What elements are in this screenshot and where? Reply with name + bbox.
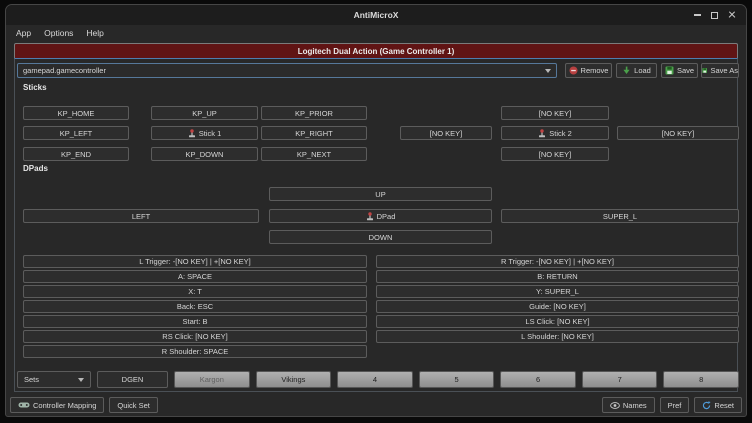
profile-combobox[interactable]: gamepad.gamecontroller: [17, 63, 557, 78]
save-as-profile-button[interactable]: Save As: [701, 63, 739, 78]
y-button[interactable]: Y: SUPER_L: [376, 285, 739, 298]
sets-selector-button[interactable]: Sets: [17, 371, 91, 388]
stick1-down-button[interactable]: KP_DOWN: [151, 147, 258, 161]
controller-mapping-label: Controller Mapping: [33, 401, 96, 410]
stick1-up-button[interactable]: KP_UP: [151, 106, 258, 120]
save-as-icon: [702, 66, 707, 75]
sticks-section-label: Sticks: [23, 83, 47, 92]
titlebar[interactable]: AntiMicroX: [6, 5, 746, 25]
stick1-right-button[interactable]: KP_RIGHT: [261, 126, 367, 140]
menu-options[interactable]: Options: [38, 27, 79, 39]
x-button[interactable]: X: T: [23, 285, 367, 298]
window-controls: [694, 5, 736, 25]
stick2-center-button[interactable]: Stick 2: [501, 126, 609, 140]
dpad-up-button[interactable]: UP: [269, 187, 492, 201]
footer-right-group: Names Pref Reset: [602, 397, 742, 413]
dpad-right-button[interactable]: SUPER_L: [501, 209, 739, 223]
controller-tab[interactable]: Logitech Dual Action (Game Controller 1): [14, 43, 738, 58]
names-label: Names: [623, 401, 647, 410]
set-tab-5[interactable]: 5: [419, 371, 495, 388]
menubar: App Options Help: [6, 25, 746, 41]
stick1-center-button[interactable]: Stick 1: [151, 126, 258, 140]
window-title: AntiMicroX: [354, 10, 399, 20]
r-shoulder-button[interactable]: R Shoulder: SPACE: [23, 345, 367, 358]
set-tab-8[interactable]: 8: [663, 371, 739, 388]
app-window: AntiMicroX App Options Help Logitech Dua…: [5, 4, 747, 417]
dpad-left-button[interactable]: LEFT: [23, 209, 259, 223]
set-tab-6[interactable]: 6: [500, 371, 576, 388]
save-profile-button[interactable]: Save: [661, 63, 698, 78]
stick1-up-left-button[interactable]: KP_HOME: [23, 106, 129, 120]
pref-label: Pref: [668, 401, 682, 410]
stick1-down-right-button[interactable]: KP_NEXT: [261, 147, 367, 161]
quick-set-button[interactable]: Quick Set: [109, 397, 158, 413]
controller-mapping-button[interactable]: Controller Mapping: [10, 397, 104, 413]
sets-selector-label: Sets: [24, 375, 39, 384]
b-button[interactable]: B: RETURN: [376, 270, 739, 283]
menu-app[interactable]: App: [10, 27, 37, 39]
pref-button[interactable]: Pref: [660, 397, 690, 413]
dropdown-arrow-icon: [545, 69, 551, 73]
stick1-label: Stick 1: [199, 129, 222, 138]
stick2-label: Stick 2: [549, 129, 572, 138]
back-button[interactable]: Back: ESC: [23, 300, 367, 313]
joystick-icon: [188, 129, 196, 138]
guide-button[interactable]: Guide: [NO KEY]: [376, 300, 739, 313]
dpad-center-button[interactable]: DPad: [269, 209, 492, 223]
stick2-up-button[interactable]: [NO KEY]: [501, 106, 609, 120]
stick1-left-button[interactable]: KP_LEFT: [23, 126, 129, 140]
l-shoulder-button[interactable]: L Shoulder: [NO KEY]: [376, 330, 739, 343]
names-button[interactable]: Names: [602, 397, 655, 413]
eye-icon: [610, 402, 620, 409]
dpads-section-label: DPads: [23, 164, 48, 173]
remove-label: Remove: [581, 66, 609, 75]
profile-combobox-value: gamepad.gamecontroller: [23, 66, 106, 75]
dpad-down-button[interactable]: DOWN: [269, 230, 492, 244]
stick2-down-button[interactable]: [NO KEY]: [501, 147, 609, 161]
remove-icon: [569, 66, 578, 75]
menu-help[interactable]: Help: [80, 27, 109, 39]
stick1-down-left-button[interactable]: KP_END: [23, 147, 129, 161]
save-icon: [665, 66, 674, 75]
ls-click-button[interactable]: LS Click: [NO KEY]: [376, 315, 739, 328]
stick2-left-button[interactable]: [NO KEY]: [400, 126, 492, 140]
save-as-label: Save As: [710, 66, 738, 75]
stick1-up-right-button[interactable]: KP_PRIOR: [261, 106, 367, 120]
set-tab-4[interactable]: 4: [337, 371, 413, 388]
controller-tabstrip: Logitech Dual Action (Game Controller 1): [14, 43, 738, 58]
screen: AntiMicroX App Options Help Logitech Dua…: [0, 0, 752, 423]
controller-tab-pane: gamepad.gamecontroller Remove Load Save …: [14, 58, 738, 392]
load-label: Load: [634, 66, 651, 75]
start-button[interactable]: Start: B: [23, 315, 367, 328]
sets-arrow-icon: [78, 378, 84, 382]
set-tabs: Kargon Vikings 4 5 6 7 8: [174, 371, 739, 388]
rs-click-button[interactable]: RS Click: [NO KEY]: [23, 330, 367, 343]
set-tab-vikings[interactable]: Vikings: [256, 371, 332, 388]
footer-left-group: Controller Mapping Quick Set: [10, 397, 158, 413]
close-icon[interactable]: [728, 11, 736, 19]
minimize-icon[interactable]: [694, 14, 701, 16]
joystick-icon: [366, 212, 374, 221]
load-icon: [622, 66, 631, 75]
set-tab-kargon[interactable]: Kargon: [174, 371, 250, 388]
joystick-icon: [538, 129, 546, 138]
reset-button[interactable]: Reset: [694, 397, 742, 413]
l-trigger-button[interactable]: L Trigger: -[NO KEY] | +[NO KEY]: [23, 255, 367, 268]
dpad-label: DPad: [377, 212, 396, 221]
footer-bar: Controller Mapping Quick Set Names Pref …: [10, 397, 742, 413]
set-tab-7[interactable]: 7: [582, 371, 658, 388]
set-tab-dgen[interactable]: DGEN: [97, 371, 168, 388]
reset-label: Reset: [714, 401, 734, 410]
save-label: Save: [677, 66, 694, 75]
gamepad-icon: [18, 401, 30, 409]
a-button[interactable]: A: SPACE: [23, 270, 367, 283]
quick-set-label: Quick Set: [117, 401, 150, 410]
refresh-icon: [702, 401, 711, 410]
stick2-right-button[interactable]: [NO KEY]: [617, 126, 739, 140]
r-trigger-button[interactable]: R Trigger: -[NO KEY] | +[NO KEY]: [376, 255, 739, 268]
remove-profile-button[interactable]: Remove: [565, 63, 612, 78]
maximize-icon[interactable]: [711, 12, 718, 19]
load-profile-button[interactable]: Load: [616, 63, 657, 78]
